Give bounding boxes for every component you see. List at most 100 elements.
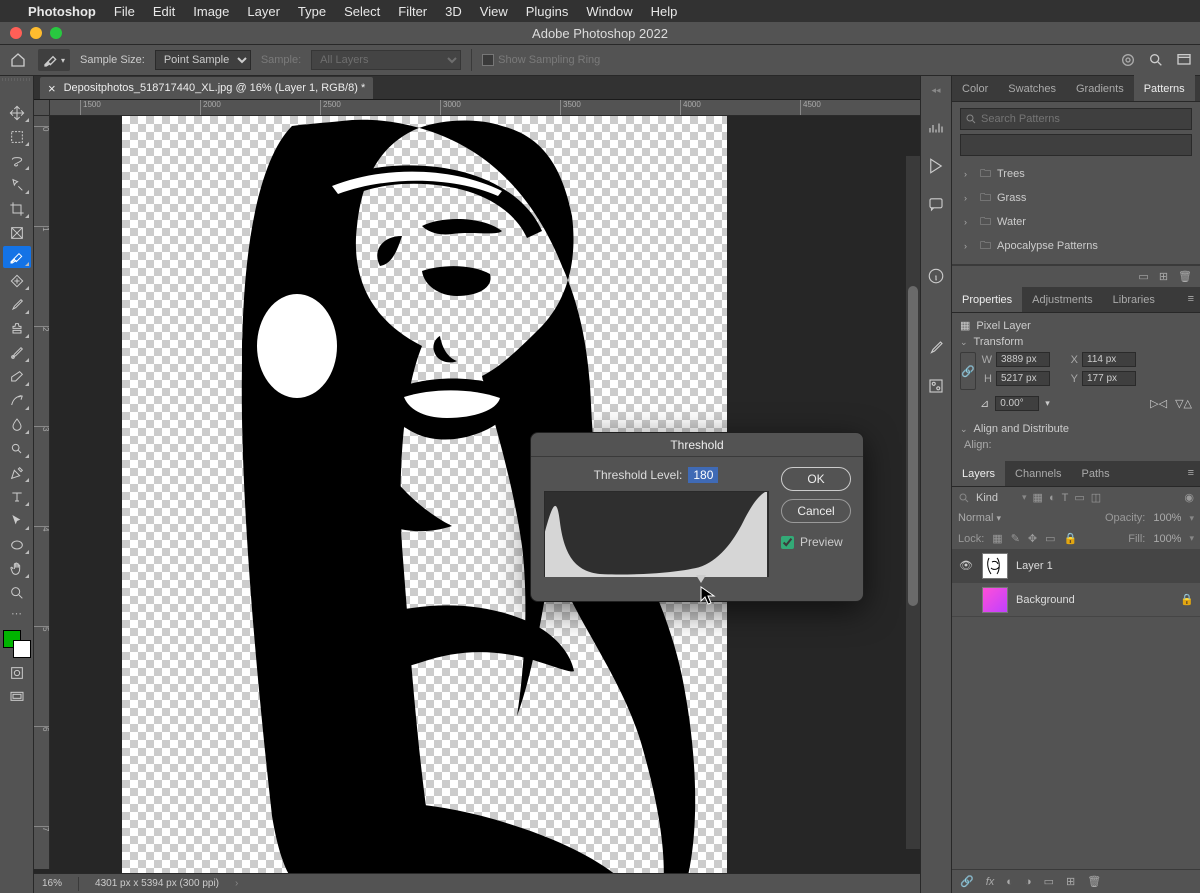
preview-checkbox[interactable] [781,536,794,549]
show-sampling-checkbox[interactable] [482,54,494,66]
filter-shape-icon[interactable]: ▭ [1074,491,1084,504]
doc-info[interactable]: 4301 px x 5394 px (300 ppi) [95,878,219,889]
blur-tool[interactable] [3,414,31,436]
new-group-icon[interactable]: ▭ [1138,270,1148,283]
eraser-tool[interactable] [3,366,31,388]
pattern-folder[interactable]: ›🗀Apocalypse Patterns [960,234,1192,258]
sample-size-select[interactable]: Point Sample [155,50,251,70]
new-layer-icon[interactable]: ⊞ [1066,875,1075,888]
lasso-tool[interactable] [3,150,31,172]
layer-filter-kind[interactable] [976,492,1016,504]
slider-thumb[interactable] [696,575,706,583]
menu-edit[interactable]: Edit [153,4,175,19]
filter-type-icon[interactable]: T [1062,492,1069,504]
menu-help[interactable]: Help [651,4,678,19]
lock-image-icon[interactable]: ✎ [1011,532,1020,545]
hand-tool[interactable] [3,558,31,580]
flip-horizontal-icon[interactable]: ▷◁ [1150,397,1167,410]
pattern-folder[interactable]: ›🗀Trees [960,162,1192,186]
pattern-folder[interactable]: ›🗀Grass [960,186,1192,210]
visibility-toggle[interactable]: 👁 [958,559,974,572]
filter-smart-icon[interactable]: ◫ [1091,491,1101,504]
flip-vertical-icon[interactable]: ▽△ [1175,397,1192,410]
horizontal-ruler[interactable]: 15002000250030003500400045005000 [50,100,920,116]
brush-settings-panel-icon[interactable] [926,376,946,396]
layer-thumbnail[interactable] [982,587,1008,613]
tab-properties[interactable]: Properties [952,286,1022,312]
scrollbar-thumb[interactable] [908,286,918,606]
brushes-panel-icon[interactable] [926,338,946,358]
lock-artboard-icon[interactable]: ▭ [1045,532,1055,545]
y-field[interactable]: 177 px [1082,371,1136,386]
x-field[interactable]: 114 px [1082,352,1136,367]
cancel-button[interactable]: Cancel [781,499,851,523]
shape-tool[interactable] [3,534,31,556]
panel-menu-icon[interactable]: ≡ [1182,460,1200,486]
link-dimensions-icon[interactable]: 🔗 [960,352,976,390]
brush-tool[interactable] [3,294,31,316]
pen-tool[interactable] [3,462,31,484]
histogram[interactable] [544,491,769,577]
marquee-tool[interactable] [3,126,31,148]
tool-preset-eyedropper[interactable]: ▾ [38,49,70,71]
menu-view[interactable]: View [480,4,508,19]
cloud-icon[interactable] [1120,52,1136,68]
screenmode-toggle[interactable] [3,688,31,706]
search-icon[interactable] [1148,52,1164,68]
gradient-tool[interactable] [3,390,31,412]
layer-row[interactable]: 👁 Layer 1 [952,549,1200,583]
crop-tool[interactable] [3,198,31,220]
threshold-slider[interactable] [544,577,769,591]
menu-layer[interactable]: Layer [247,4,280,19]
filter-toggle-icon[interactable]: ◉ [1184,491,1194,504]
new-group-icon[interactable]: ▭ [1044,875,1054,888]
path-select-tool[interactable] [3,510,31,532]
info-panel-icon[interactable] [926,266,946,286]
tab-libraries[interactable]: Libraries [1103,286,1165,312]
new-pattern-icon[interactable]: ⊞ [1159,270,1168,283]
layer-name[interactable]: Layer 1 [1016,560,1053,572]
layer-row[interactable]: Background🔒 [952,583,1200,617]
menu-file[interactable]: File [114,4,135,19]
vertical-ruler[interactable]: 01234567 [34,116,50,869]
comments-panel-icon[interactable] [926,194,946,214]
filter-adjust-icon[interactable]: ◐ [1049,492,1056,504]
lock-transparent-icon[interactable]: ▦ [992,532,1002,545]
menu-window[interactable]: Window [586,4,632,19]
delete-icon[interactable]: 🗑 [1178,270,1192,283]
link-layers-icon[interactable]: 🔗 [960,875,974,888]
filter-pixel-icon[interactable]: ▦ [1033,491,1043,504]
collapse-handle-icon[interactable]: ◂◂ [926,80,946,100]
histogram-panel-icon[interactable] [926,118,946,138]
layer-mask-icon[interactable]: ◐ [1006,876,1013,888]
rotation-field[interactable]: 0.00° [995,396,1039,411]
threshold-level-input[interactable] [688,467,718,483]
ruler-origin[interactable] [34,100,50,116]
vertical-scrollbar[interactable] [906,156,920,849]
fill-value[interactable]: 100% [1153,533,1181,545]
edit-toolbar[interactable]: ⋯ [3,606,31,620]
healing-tool[interactable] [3,270,31,292]
pattern-folder[interactable]: ›🗀Water [960,210,1192,234]
menu-type[interactable]: Type [298,4,326,19]
eyedropper-tool[interactable] [3,246,31,268]
menu-3d[interactable]: 3D [445,4,462,19]
tab-color[interactable]: Color [952,75,998,101]
layer-fx-icon[interactable]: fx [986,876,995,888]
tab-patterns[interactable]: Patterns [1134,75,1195,101]
close-tab-icon[interactable]: × [48,81,56,96]
move-tool[interactable] [3,102,31,124]
adjustment-layer-icon[interactable]: ◑ [1025,876,1032,888]
quickmask-toggle[interactable] [3,664,31,682]
opacity-value[interactable]: 100% [1153,512,1181,524]
tab-adjustments[interactable]: Adjustments [1022,286,1103,312]
align-section-label[interactable]: Align and Distribute [974,423,1069,435]
width-field[interactable]: 3889 px [996,352,1050,367]
dodge-tool[interactable] [3,438,31,460]
history-brush-tool[interactable] [3,342,31,364]
layer-thumbnail[interactable] [982,553,1008,579]
tab-swatches[interactable]: Swatches [998,75,1066,101]
threshold-dialog[interactable]: Threshold Threshold Level: OK Cancel Pre… [530,432,864,602]
ok-button[interactable]: OK [781,467,851,491]
menu-image[interactable]: Image [193,4,229,19]
